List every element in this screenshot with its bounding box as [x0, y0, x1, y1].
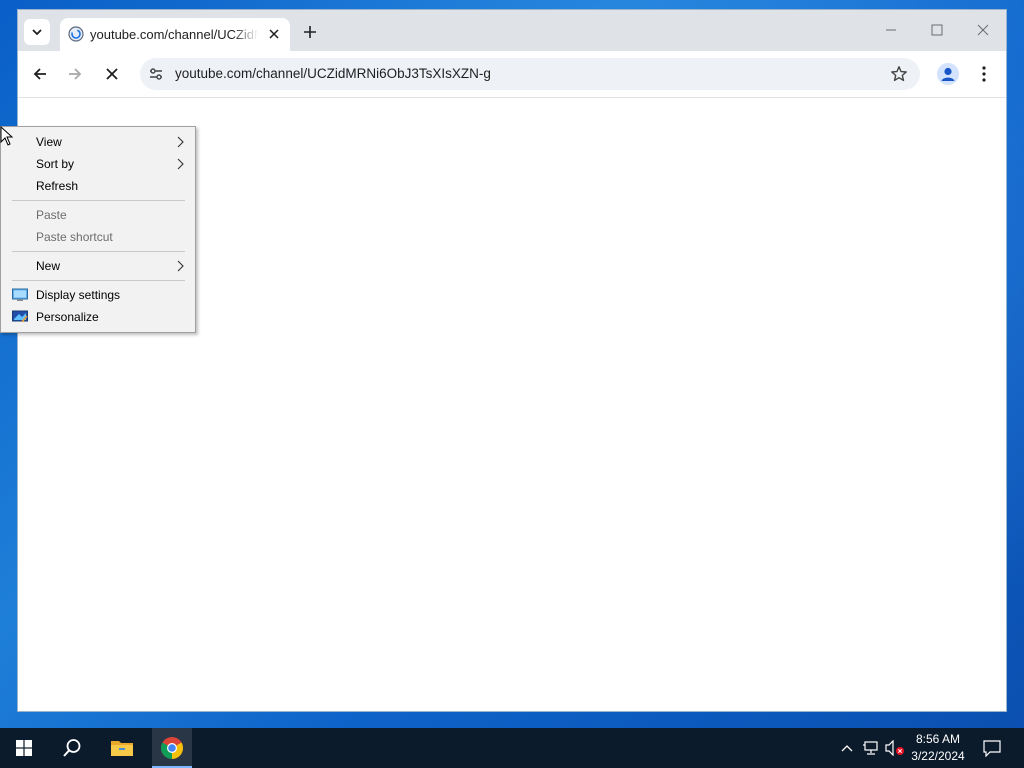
- volume-button[interactable]: [884, 728, 906, 768]
- profile-icon: [941, 67, 955, 81]
- personalize-icon: [12, 310, 28, 323]
- menu-item-personalize[interactable]: Personalize: [1, 306, 195, 328]
- menu-item-sort-by[interactable]: Sort by: [1, 153, 195, 175]
- maximize-icon: [931, 24, 943, 36]
- mouse-pointer-icon: [0, 126, 14, 146]
- close-icon: [977, 24, 989, 36]
- browser-menu-button[interactable]: [976, 63, 992, 85]
- browser-window: youtube.com/channel/UCZidMRNi6ObJ3TsXIsX…: [18, 10, 1006, 711]
- network-button[interactable]: [861, 728, 881, 768]
- tab-search-button[interactable]: [24, 19, 50, 45]
- menu-separator: [12, 251, 185, 252]
- chrome-icon: [161, 737, 183, 759]
- volume-muted-icon: [885, 740, 904, 756]
- address-bar[interactable]: youtube.com/channel/UCZidMRNi6ObJ3TsXIsX…: [140, 58, 920, 90]
- tab-strip: youtube.com/channel/UCZidMRNi6ObJ3TsXIsX…: [18, 10, 1006, 51]
- notification-center-button[interactable]: [978, 728, 1006, 768]
- chevron-down-icon: [32, 29, 42, 36]
- minimize-icon: [886, 29, 896, 31]
- chevron-right-icon: [177, 136, 184, 148]
- forward-button[interactable]: [64, 63, 86, 85]
- plus-icon: [304, 26, 316, 38]
- chevron-up-icon: [841, 745, 853, 752]
- file-explorer-icon: [111, 741, 133, 756]
- menu-separator: [12, 200, 185, 201]
- menu-item-paste-shortcut[interactable]: Paste shortcut: [1, 226, 195, 248]
- menu-item-display-settings[interactable]: Display settings: [1, 284, 195, 306]
- network-icon: [863, 741, 878, 755]
- new-tab-button[interactable]: [300, 22, 320, 42]
- search-icon: [63, 739, 81, 757]
- menu-separator: [12, 280, 185, 281]
- taskbar: 8:56 AM 3/22/2024: [0, 728, 1024, 768]
- display-icon: [12, 288, 28, 301]
- profile-button[interactable]: [937, 63, 959, 85]
- show-hidden-icons-button[interactable]: [838, 728, 856, 768]
- notification-icon: [983, 740, 1001, 757]
- chevron-right-icon: [177, 260, 184, 272]
- url-text[interactable]: youtube.com/channel/UCZidMRNi6ObJ3TsXIsX…: [175, 66, 491, 82]
- taskbar-clock[interactable]: 8:56 AM 3/22/2024: [905, 731, 971, 765]
- file-explorer-button[interactable]: [102, 728, 142, 768]
- back-arrow-icon: [33, 68, 46, 80]
- clock-date: 3/22/2024: [911, 749, 965, 763]
- tune-icon[interactable]: [148, 66, 164, 82]
- menu-item-view[interactable]: View: [1, 131, 195, 153]
- stop-loading-button[interactable]: [101, 63, 123, 85]
- close-window-button[interactable]: [971, 20, 995, 40]
- maximize-button[interactable]: [925, 20, 949, 40]
- tab-active[interactable]: youtube.com/channel/UCZidMRNi6ObJ3TsXIsX…: [60, 18, 290, 51]
- menu-item-new[interactable]: New: [1, 255, 195, 277]
- desktop-context-menu: View Sort by Refresh Paste Paste shortcu…: [0, 126, 196, 333]
- more-vert-icon: [982, 66, 986, 82]
- close-icon: [269, 29, 279, 39]
- clock-time: 8:56 AM: [915, 732, 961, 746]
- back-button[interactable]: [29, 63, 51, 85]
- menu-item-paste[interactable]: Paste: [1, 204, 195, 226]
- browser-toolbar: youtube.com/channel/UCZidMRNi6ObJ3TsXIsX…: [18, 51, 1006, 98]
- windows-start-icon: [16, 740, 32, 756]
- star-icon[interactable]: [890, 65, 908, 83]
- minimize-button[interactable]: [879, 20, 903, 40]
- start-button[interactable]: [0, 728, 48, 768]
- chevron-right-icon: [177, 158, 184, 170]
- menu-item-refresh[interactable]: Refresh: [1, 175, 195, 197]
- chrome-taskbar-button[interactable]: [152, 728, 192, 768]
- tab-close-button[interactable]: [266, 26, 282, 42]
- forward-arrow-icon: [69, 68, 82, 80]
- tab-title: youtube.com/channel/UCZidMRNi6ObJ3TsXIsX…: [90, 27, 258, 42]
- loading-globe-icon: [68, 26, 84, 42]
- search-button[interactable]: [50, 728, 94, 768]
- stop-loading-icon: [106, 68, 118, 80]
